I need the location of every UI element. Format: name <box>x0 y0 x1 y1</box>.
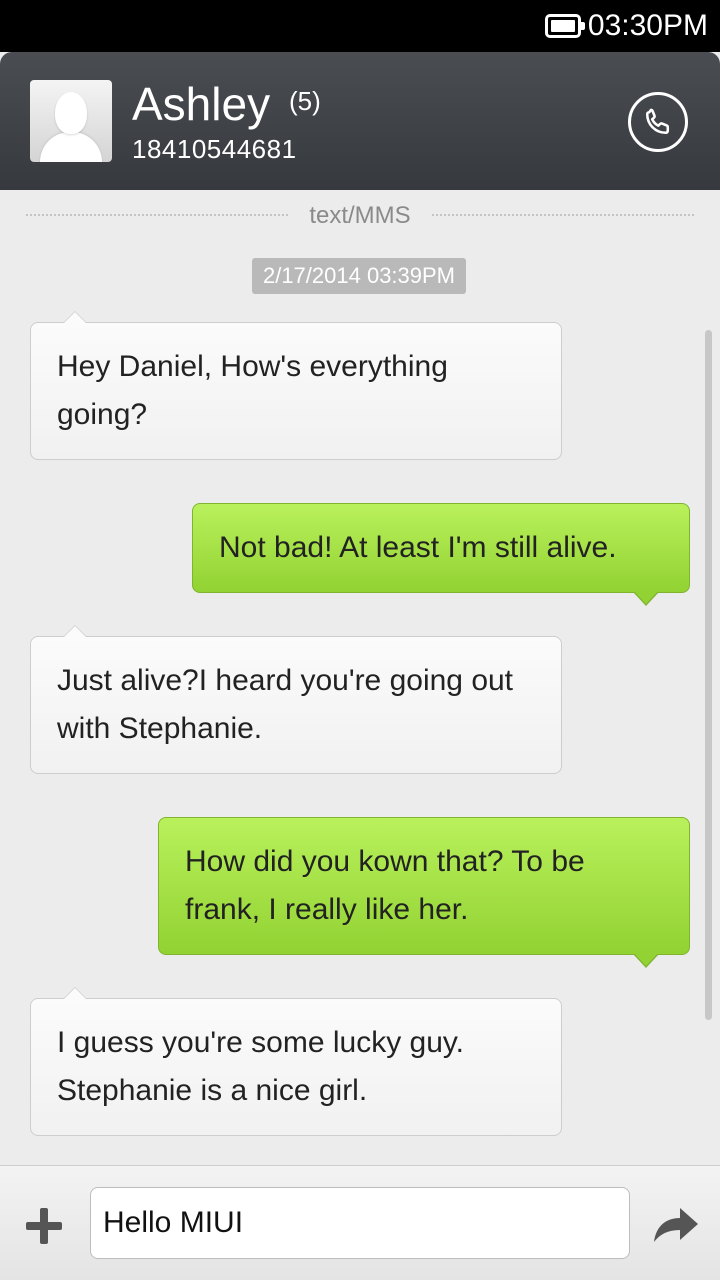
plus-icon[interactable] <box>22 1204 66 1248</box>
send-arrow-icon <box>654 1208 698 1242</box>
call-button[interactable] <box>628 92 688 152</box>
incoming-message-bubble[interactable]: I guess you're some lucky guy. Stephanie… <box>30 987 562 1136</box>
outgoing-message-bubble[interactable]: Not bad! At least I'm still alive. <box>192 503 690 606</box>
composer-bar <box>0 1165 720 1280</box>
message-type-label: text/MMS <box>309 202 411 229</box>
message-input[interactable] <box>90 1187 630 1259</box>
status-time: 03:30PM <box>587 9 708 42</box>
message-text: Hey Daniel, How's everything going? <box>57 350 448 431</box>
message-text: Not bad! At least I'm still alive. <box>219 531 617 564</box>
message-text: How did you kown that? To be frank, I re… <box>185 845 585 926</box>
battery-icon <box>545 14 585 38</box>
outgoing-message-bubble[interactable]: How did you kown that? To be frank, I re… <box>158 817 690 968</box>
conversation-header: Ashley (5) 18410544681 <box>0 52 720 190</box>
message-text: I guess you're some lucky guy. Stephanie… <box>57 1026 465 1107</box>
contact-name: Ashley <box>132 78 271 130</box>
message-text: Just alive?I heard you're going out with… <box>57 664 514 745</box>
incoming-message-bubble[interactable]: Hey Daniel, How's everything going? <box>30 311 562 460</box>
phone-icon <box>645 108 670 135</box>
default-avatar-icon[interactable] <box>30 80 112 162</box>
message-timestamp: 2/17/2014 03:39PM <box>252 258 466 294</box>
contact-phone-number: 18410544681 <box>132 134 297 164</box>
divider-line-left <box>26 214 288 216</box>
send-button[interactable] <box>650 1202 702 1248</box>
message-thread[interactable]: text/MMS 2/17/2014 03:39PM Hey Daniel, H… <box>0 190 720 1165</box>
scrollbar[interactable] <box>705 330 712 1020</box>
divider-line-right <box>432 214 694 216</box>
status-bar: 03:30PM <box>0 0 720 52</box>
incoming-message-bubble[interactable]: Just alive?I heard you're going out with… <box>30 625 562 774</box>
message-count: (5) <box>289 86 321 116</box>
